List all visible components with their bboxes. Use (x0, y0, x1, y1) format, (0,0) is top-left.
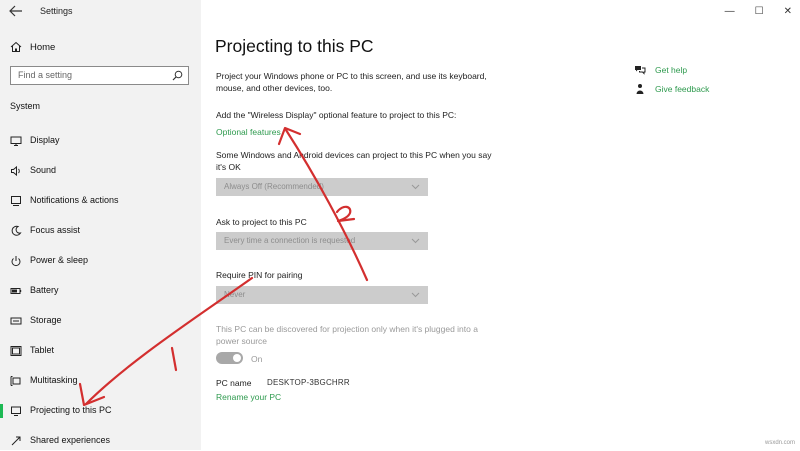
close-button[interactable]: ✕ (784, 6, 792, 17)
watermark: wsxdn.com (764, 440, 795, 446)
give-feedback-label: Give feedback (655, 84, 710, 94)
optional-features-link[interactable]: Optional features (216, 127, 281, 137)
monitor-icon (10, 136, 22, 146)
sidebar-item-label: Notifications & actions (30, 195, 119, 205)
app-title: Settings (40, 6, 73, 16)
window-controls: — ☐ ✕ (725, 6, 792, 17)
sidebar-item-label: Projecting to this PC (30, 405, 112, 415)
chat-help-icon (635, 66, 646, 75)
chevron-down-icon (411, 184, 420, 190)
sidebar-item-label: Focus assist (30, 225, 81, 235)
discover-info-text: This PC can be discovered for projection… (216, 324, 478, 346)
title-bar: Settings (0, 0, 201, 24)
page-description: Project your Windows phone or PC to this… (216, 71, 487, 93)
pc-name-value: DESKTOP-3BGCHRR (267, 378, 350, 387)
speaker-icon (11, 165, 20, 177)
ask-to-project-label: Ask to project to this PC (216, 217, 307, 227)
sidebar-item-label: Display (30, 135, 60, 145)
sidebar-item-label: Battery (30, 285, 59, 295)
sidebar-item-shared-experiences[interactable]: Shared experiences (0, 431, 201, 451)
dropdown-value: Never (224, 290, 246, 299)
dropdown-value: Every time a connection is requested (224, 236, 356, 245)
sidebar-item-storage[interactable]: Storage (0, 311, 201, 331)
sidebar-item-focus-assist[interactable]: Focus assist (0, 221, 201, 241)
plugged-in-toggle[interactable] (216, 352, 243, 364)
toggle-knob (233, 354, 241, 362)
sidebar-item-label: Multitasking (30, 375, 78, 385)
sidebar-item-multitasking[interactable]: Multitasking (0, 371, 201, 391)
sidebar-item-battery[interactable]: Battery (0, 281, 201, 301)
sidebar-item-notifications[interactable]: Notifications & actions (0, 191, 201, 211)
power-icon (11, 256, 21, 267)
search-box[interactable] (10, 66, 189, 85)
devices-setting-label: Some Windows and Android devices can pro… (216, 150, 492, 172)
battery-icon (10, 288, 22, 294)
sidebar-item-tablet[interactable]: Tablet (0, 341, 201, 361)
minimize-button[interactable]: — (725, 6, 735, 17)
sidebar-item-power-sleep[interactable]: Power & sleep (0, 251, 201, 271)
get-help-link[interactable]: Get help (634, 64, 687, 76)
page-title: Projecting to this PC (215, 36, 374, 56)
get-help-label: Get help (655, 65, 688, 75)
multitasking-icon (10, 376, 21, 386)
sidebar-item-label: Shared experiences (30, 435, 111, 445)
dropdown-value: Always Off (Recommended) (224, 182, 324, 191)
pc-name-label: PC name (216, 378, 252, 388)
chevron-down-icon (411, 292, 420, 298)
home-nav-item[interactable]: Home (10, 40, 55, 54)
projecting-icon (11, 406, 21, 416)
devices-dropdown[interactable]: Always Off (Recommended) (216, 178, 428, 196)
require-pin-label: Require PIN for pairing (216, 270, 303, 280)
wireless-display-label: Add the "Wireless Display" optional feat… (216, 110, 457, 120)
toggle-state-label: On (251, 354, 263, 364)
sidebar-item-label: Power & sleep (30, 255, 89, 265)
sidebar-item-label: Sound (30, 165, 57, 175)
tablet-icon (10, 346, 22, 356)
rename-pc-link[interactable]: Rename your PC (216, 392, 281, 402)
main-content: — ☐ ✕ Projecting to this PC Project your… (201, 0, 800, 450)
sidebar-item-label: Tablet (30, 345, 55, 355)
sidebar-item-display[interactable]: Display (0, 131, 201, 151)
maximize-button[interactable]: ☐ (755, 6, 764, 17)
sidebar-item-sound[interactable]: Sound (0, 161, 201, 181)
sidebar: Settings Home System Display Sound Notif… (0, 0, 201, 450)
give-feedback-link[interactable]: Give feedback (634, 83, 709, 95)
chevron-down-icon (411, 238, 420, 244)
section-title-system: System (10, 101, 41, 111)
require-pin-dropdown[interactable]: Never (216, 286, 428, 304)
storage-icon (10, 317, 22, 325)
search-input[interactable] (18, 70, 168, 80)
search-icon[interactable] (172, 70, 183, 81)
sidebar-item-projecting[interactable]: Projecting to this PC (0, 401, 201, 421)
shared-experiences-icon (11, 436, 21, 446)
feedback-person-icon (636, 84, 644, 94)
back-arrow-icon[interactable] (8, 4, 24, 18)
home-label: Home (30, 41, 56, 53)
moon-icon (11, 225, 22, 236)
notifications-icon (11, 196, 21, 206)
sidebar-item-label: Storage (30, 315, 62, 325)
ask-to-project-dropdown[interactable]: Every time a connection is requested (216, 232, 428, 250)
home-icon (10, 41, 22, 52)
